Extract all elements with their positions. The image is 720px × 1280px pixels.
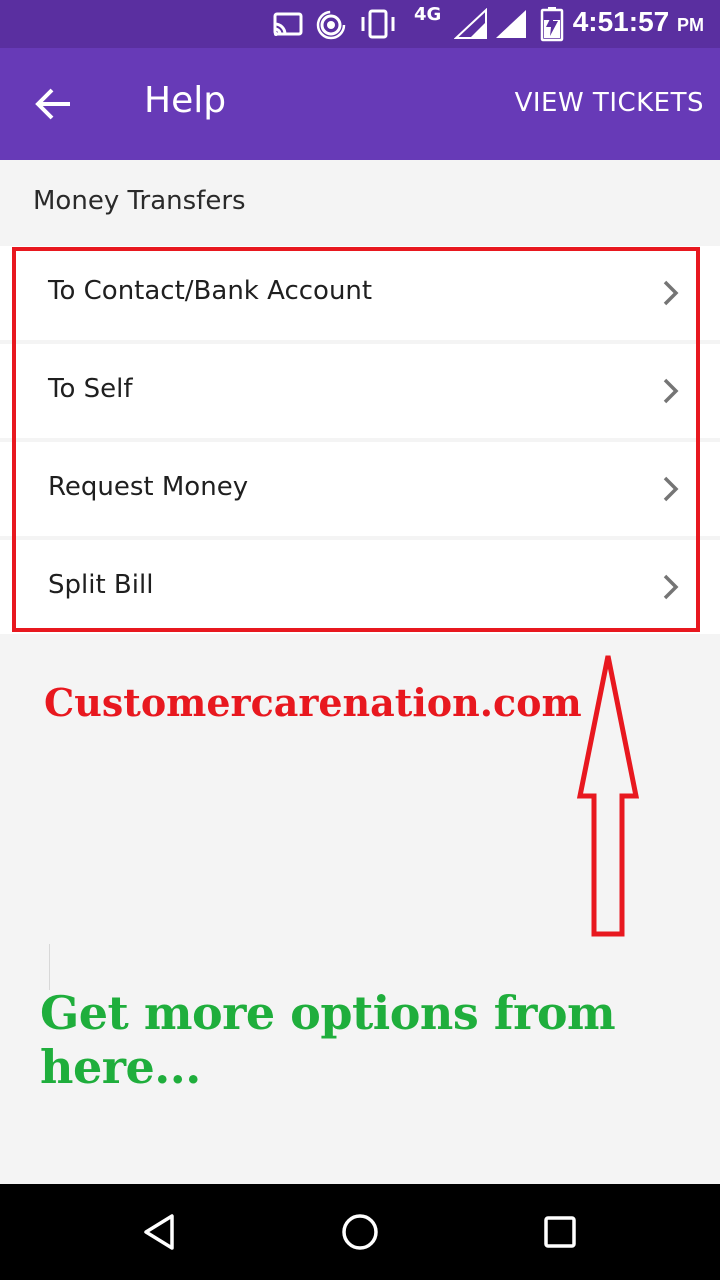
- signal-icon: [496, 10, 526, 38]
- chevron-right-icon: [663, 476, 679, 502]
- list-item-label: Split Bill: [48, 570, 154, 600]
- chevron-right-icon: [663, 378, 679, 404]
- list-item-label: To Contact/Bank Account: [48, 276, 373, 306]
- page-title: Help: [144, 80, 227, 121]
- chevron-right-icon: [663, 280, 679, 306]
- arrow-back-icon[interactable]: [34, 86, 74, 122]
- hotspot-icon: [316, 10, 346, 40]
- navigation-bar: [0, 1184, 720, 1280]
- signal-icon: [454, 8, 487, 39]
- list-item-to-contact-bank-account[interactable]: To Contact/Bank Account: [0, 246, 720, 340]
- list-item-label: Request Money: [48, 472, 249, 502]
- vibrate-icon: [361, 9, 395, 39]
- battery-charging-icon: [540, 7, 564, 42]
- chevron-right-icon: [663, 574, 679, 600]
- watermark-text: Customercarenation.com: [44, 680, 582, 725]
- list-item-request-money[interactable]: Request Money: [0, 442, 720, 536]
- list-item-label: To Self: [48, 374, 133, 404]
- home-circle-icon[interactable]: [340, 1212, 380, 1252]
- text-cursor: [49, 944, 50, 990]
- cast-icon: [273, 12, 303, 36]
- back-triangle-icon[interactable]: [140, 1212, 180, 1252]
- money-transfer-list: To Contact/Bank Account To Self Request …: [0, 246, 720, 638]
- status-ampm: PM: [677, 15, 704, 35]
- status-time: 4:51:57: [572, 6, 670, 37]
- recents-square-icon[interactable]: [540, 1212, 580, 1252]
- caption-text: Get more options from here...: [40, 986, 616, 1094]
- up-arrow-annotation: [576, 655, 640, 937]
- status-clock: 4:51:57 PM: [573, 6, 704, 38]
- section-title: Money Transfers: [33, 186, 246, 216]
- app-bar: Help VIEW TICKETS: [0, 48, 720, 160]
- list-item-split-bill[interactable]: Split Bill: [0, 540, 720, 634]
- network-type-label: 4G: [414, 4, 442, 25]
- status-bar: 4G 4:51:57 PM: [0, 0, 720, 48]
- view-tickets-button[interactable]: VIEW TICKETS: [515, 88, 704, 118]
- list-item-to-self[interactable]: To Self: [0, 344, 720, 438]
